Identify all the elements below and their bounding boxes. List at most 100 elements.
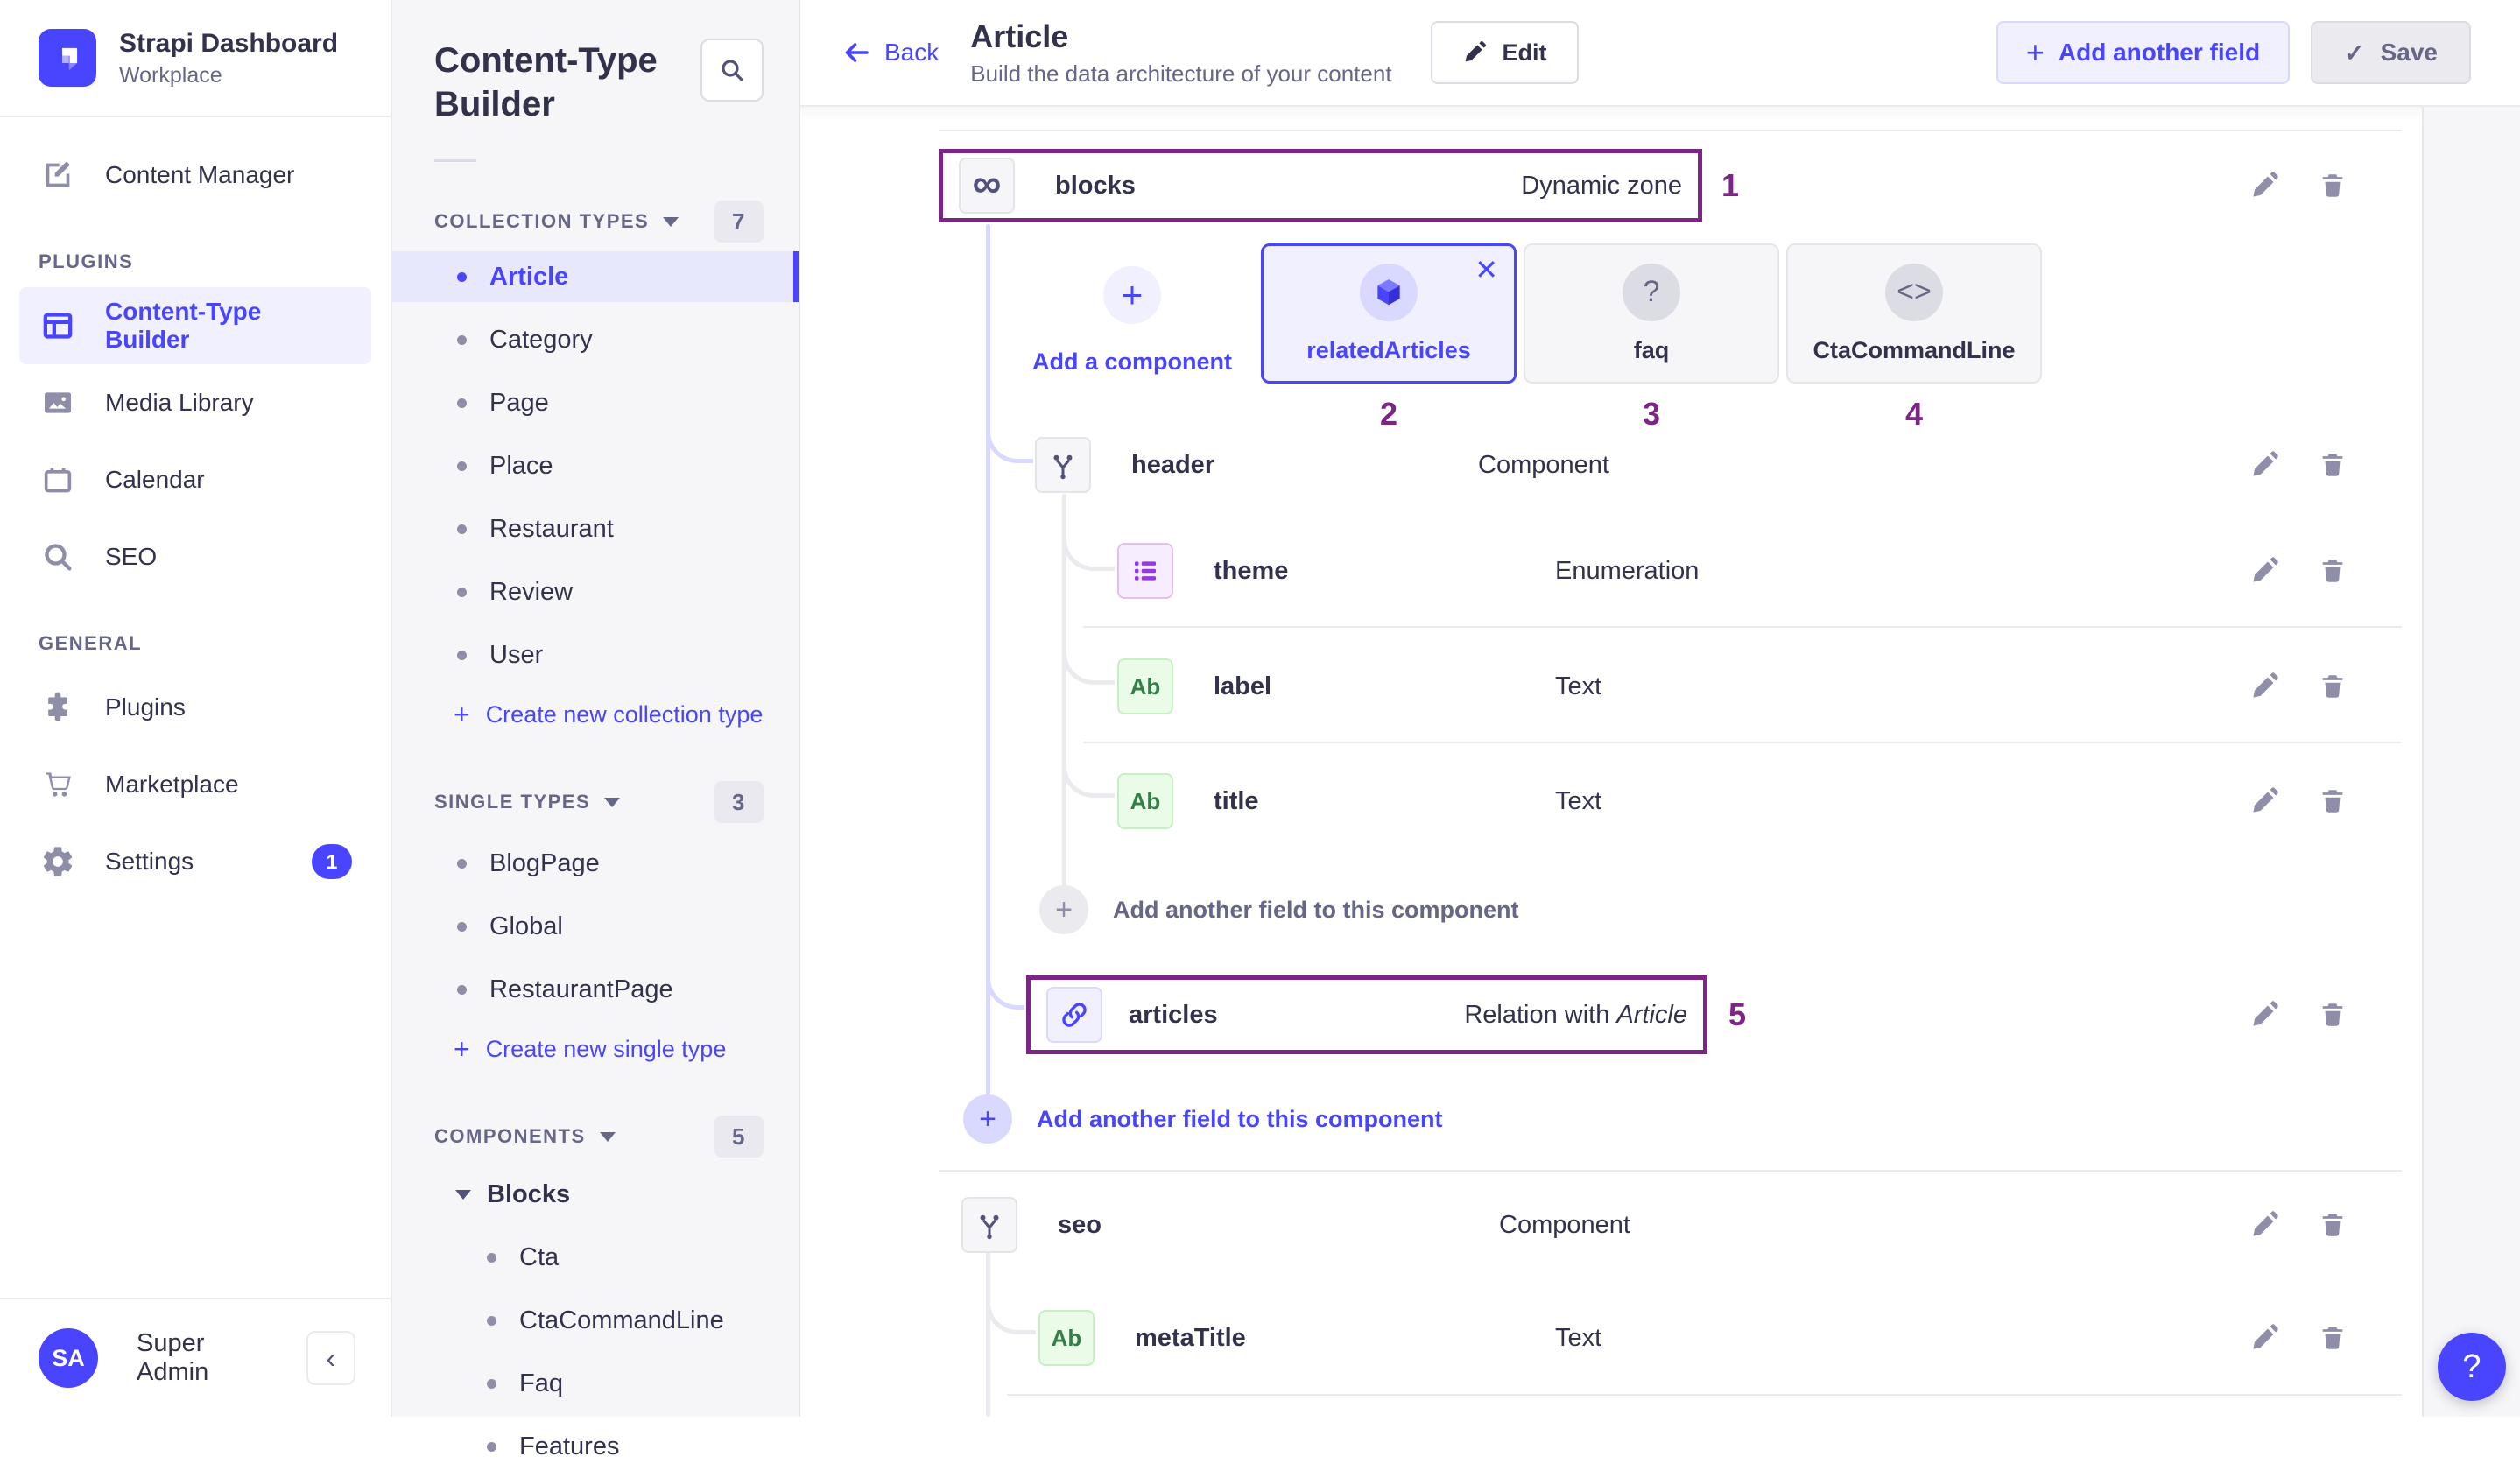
components-header[interactable]: COMPONENTS 5 — [392, 1116, 799, 1158]
sidebar-item-restaurant[interactable]: Restaurant — [392, 497, 799, 560]
workspace-name: Workplace — [119, 63, 338, 88]
field-row-seo: seo Component — [939, 1196, 2402, 1254]
component-group-blocks[interactable]: Blocks — [392, 1163, 799, 1226]
sidebar-item-global[interactable]: Global — [392, 895, 799, 958]
field-name: header — [1131, 451, 1478, 480]
add-field-to-dynamic-zone-button[interactable]: + Add another field to this component — [939, 1094, 2402, 1144]
edit-icon[interactable] — [2249, 556, 2279, 586]
edit-icon[interactable] — [2249, 450, 2279, 480]
edit-icon[interactable] — [2249, 171, 2279, 201]
field-name: seo — [1058, 1211, 1499, 1240]
user-area: SA Super Admin ‹ — [0, 1298, 391, 1417]
field-name: articles — [1129, 1001, 1218, 1030]
code-icon: <> — [1885, 264, 1943, 321]
edit-icon[interactable] — [2249, 1323, 2279, 1353]
delete-icon[interactable] — [2318, 786, 2348, 816]
add-field-to-component-button[interactable]: + Add another field to this component — [939, 885, 2402, 934]
delete-icon[interactable] — [2318, 450, 2348, 480]
sidebar-item-user[interactable]: User — [392, 623, 799, 686]
edit-icon[interactable] — [2249, 786, 2279, 816]
fields-panel: ∞ blocks Dynamic zone 1 + Add a componen… — [800, 107, 2424, 1417]
sidebar-item-plugins[interactable]: Plugins — [19, 669, 371, 746]
edit-icon[interactable] — [2249, 672, 2279, 701]
delete-icon[interactable] — [2318, 1323, 2348, 1353]
delete-icon[interactable] — [2318, 171, 2348, 201]
field-row-theme: theme Enumeration — [939, 543, 2402, 599]
close-icon[interactable]: ✕ — [1475, 253, 1498, 286]
plus-icon: + — [1039, 885, 1088, 934]
back-link[interactable]: Back — [841, 37, 939, 68]
search-button[interactable] — [700, 39, 764, 102]
sidebar-item-restaurantpage[interactable]: RestaurantPage — [392, 958, 799, 1021]
component-icon — [1035, 437, 1091, 493]
sidebar-item-cta[interactable]: Cta — [392, 1226, 799, 1289]
delete-icon[interactable] — [2318, 556, 2348, 586]
bullet-icon — [457, 922, 467, 932]
puzzle-icon — [39, 688, 77, 727]
field-type: Text — [1555, 787, 1601, 816]
bullet-icon — [457, 272, 467, 282]
field-name: theme — [1214, 557, 1555, 586]
collapse-sidebar-button[interactable]: ‹ — [306, 1331, 355, 1385]
plus-icon: + — [454, 699, 470, 731]
sidebar-item-ctacommandline[interactable]: CtaCommandLine — [392, 1289, 799, 1352]
field-name: blocks — [1055, 172, 1136, 201]
sidebar-item-page[interactable]: Page — [392, 371, 799, 434]
sidebar-item-label: Settings — [105, 848, 194, 876]
sidebar-item-label: Media Library — [105, 389, 254, 417]
field-name: title — [1214, 787, 1555, 816]
dynamic-zone-icon: ∞ — [959, 158, 1015, 214]
main-content: ∞ blocks Dynamic zone 1 + Add a componen… — [800, 107, 2520, 1417]
divider — [1007, 1394, 2402, 1396]
sidebar-item-marketplace[interactable]: Marketplace — [19, 746, 371, 823]
avatar[interactable]: SA — [39, 1328, 98, 1388]
help-button[interactable]: ? — [2438, 1333, 2506, 1401]
edit-button[interactable]: Edit — [1431, 21, 1579, 84]
sidebar-item-content-type-builder[interactable]: Content-Type Builder — [19, 287, 371, 364]
add-component-button[interactable]: + Add a component — [1023, 243, 1242, 376]
field-type: Component — [1499, 1211, 1630, 1240]
arrow-left-icon — [841, 37, 872, 68]
sidebar-item-blogpage[interactable]: BlogPage — [392, 832, 799, 895]
field-type: Text — [1555, 672, 1601, 701]
workspace-brand[interactable]: Strapi Dashboard Workplace — [0, 0, 391, 117]
bullet-icon — [487, 1316, 496, 1326]
delete-icon[interactable] — [2318, 672, 2348, 701]
sidebar-item-content-manager[interactable]: Content Manager — [19, 137, 371, 214]
edit-icon[interactable] — [2249, 1000, 2279, 1030]
field-row-blocks: ∞ blocks Dynamic zone 1 — [939, 149, 2402, 222]
sidebar-item-features[interactable]: Features — [392, 1415, 799, 1478]
sidebar-item-calendar[interactable]: Calendar — [19, 441, 371, 518]
bullet-icon — [487, 1253, 496, 1263]
sidebar-item-category[interactable]: Category — [392, 308, 799, 371]
sidebar-item-place[interactable]: Place — [392, 434, 799, 497]
component-picker: + Add a component ✕ relatedArticles 2 — [939, 243, 2402, 433]
app-title: Strapi Dashboard — [119, 28, 338, 60]
sidebar-item-label: Content Manager — [105, 161, 294, 189]
field-type: Dynamic zone — [1521, 172, 1682, 201]
divider — [1083, 742, 2402, 743]
component-chip-faq[interactable]: ? faq — [1524, 243, 1779, 384]
annotation-4: 4 — [1905, 396, 1923, 433]
settings-badge: 1 — [312, 844, 352, 879]
single-types-header[interactable]: SINGLE TYPES 3 — [392, 781, 799, 823]
field-row-label: Ab label Text — [939, 658, 2402, 714]
components-count: 5 — [714, 1116, 764, 1158]
collection-types-header[interactable]: COLLECTION TYPES 7 — [392, 201, 799, 243]
sidebar-item-faq[interactable]: Faq — [392, 1352, 799, 1415]
sidebar-item-settings[interactable]: Settings 1 — [19, 823, 371, 900]
builder-sidebar: Content-Type Builder COLLECTION TYPES 7 … — [392, 0, 800, 1417]
create-collection-type-link[interactable]: + Create new collection type — [392, 686, 799, 743]
add-another-field-button[interactable]: + Add another field — [1996, 21, 2290, 84]
sidebar-item-article[interactable]: Article — [392, 251, 799, 302]
sidebar-item-seo[interactable]: SEO — [19, 518, 371, 595]
edit-icon[interactable] — [2249, 1210, 2279, 1240]
sidebar-item-media-library[interactable]: Media Library — [19, 364, 371, 441]
delete-icon[interactable] — [2318, 1210, 2348, 1240]
component-chip-relatedarticles[interactable]: ✕ relatedArticles — [1261, 243, 1517, 384]
save-button[interactable]: ✓ Save — [2311, 21, 2471, 84]
sidebar-item-review[interactable]: Review — [392, 560, 799, 623]
create-single-type-link[interactable]: + Create new single type — [392, 1021, 799, 1077]
component-chip-ctacommandline[interactable]: <> CtaCommandLine — [1786, 243, 2042, 384]
delete-icon[interactable] — [2318, 1000, 2348, 1030]
